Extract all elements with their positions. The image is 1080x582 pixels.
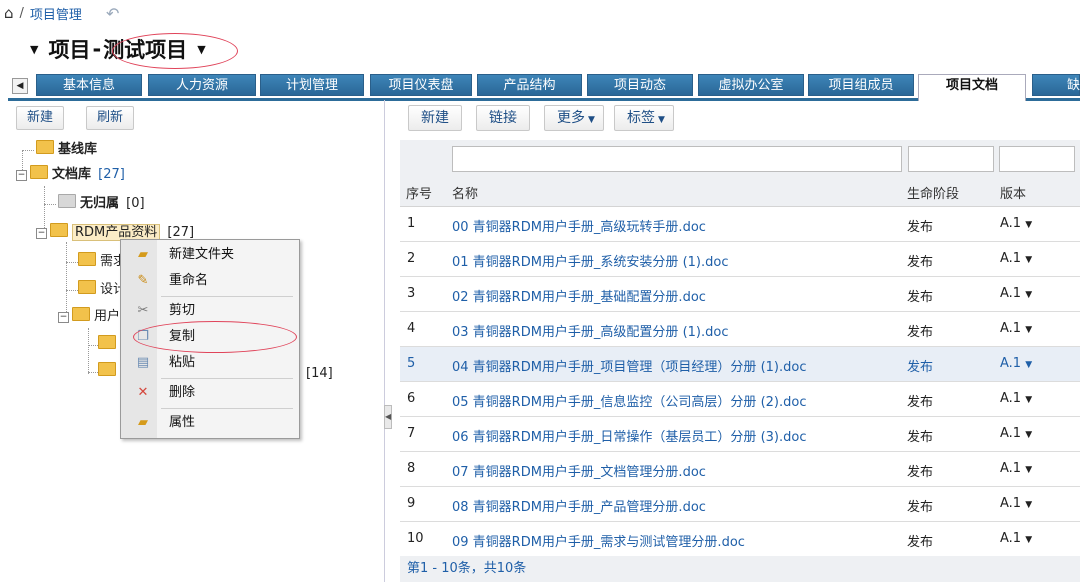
table-row[interactable]: 6 05 青铜器RDM用户手册_信息监控（公司高层）分册 (2).doc 发布 A.…: [400, 382, 1080, 417]
doc-link[interactable]: 01 青铜器RDM用户手册_系统安装分册 (1).doc: [452, 251, 728, 270]
tab-product-structure[interactable]: 产品结构: [477, 74, 582, 96]
doc-link[interactable]: 09 青铜器RDM用户手册_需求与测试管理分册.doc: [452, 531, 745, 550]
dropdown-caret-icon: ▼: [588, 115, 595, 125]
title-highlight-annotation: [112, 33, 238, 69]
home-icon[interactable]: ⌂: [4, 4, 14, 22]
doc-tags-button[interactable]: 标签 ▼: [614, 105, 674, 131]
folder-icon: [78, 252, 96, 266]
doc-link[interactable]: 03 青铜器RDM用户手册_高级配置分册 (1).doc: [452, 321, 728, 340]
tree-new-button[interactable]: 新建: [16, 106, 65, 130]
collapse-toggle-icon[interactable]: −: [36, 228, 47, 239]
version-select[interactable]: A.1 ▼: [1000, 321, 1032, 336]
table-row[interactable]: 5 04 青铜器RDM用户手册_项目管理（项目经理）分册 (1).doc 发布 A.…: [400, 347, 1080, 382]
collapse-toggle-icon[interactable]: −: [16, 170, 27, 181]
menu-item-paste[interactable]: ▤ 粘贴: [121, 350, 299, 376]
doc-link[interactable]: 04 青铜器RDM用户手册_项目管理（项目经理）分册 (1).doc: [452, 356, 806, 375]
table-row[interactable]: 4 03 青铜器RDM用户手册_高级配置分册 (1).doc 发布 A.1 ▼: [400, 312, 1080, 347]
header-version[interactable]: 版本: [1000, 183, 1026, 202]
delete-x-icon: ✕: [137, 385, 149, 400]
table-header: [400, 176, 1080, 207]
folder-icon: [98, 335, 116, 349]
folder-icon: [78, 280, 96, 294]
doc-new-button[interactable]: 新建: [408, 105, 462, 131]
folder-icon: [30, 165, 48, 179]
tree-node-doclib[interactable]: − 文档库 [27]: [16, 165, 125, 185]
header-lifecycle[interactable]: 生命阶段: [907, 183, 959, 202]
menu-item-new-folder[interactable]: ▰ 新建文件夹: [121, 242, 299, 268]
version-select[interactable]: A.1 ▼: [1000, 426, 1032, 441]
copy-highlight-annotation: [133, 321, 297, 353]
doc-link-button[interactable]: 链接: [476, 105, 530, 131]
header-seq[interactable]: 序号: [406, 183, 432, 202]
tab-basic-info[interactable]: 基本信息: [36, 74, 142, 96]
version-select[interactable]: A.1 ▼: [1000, 391, 1032, 406]
version-select[interactable]: A.1 ▼: [1000, 286, 1032, 301]
version-select[interactable]: A.1 ▼: [1000, 531, 1032, 546]
breadcrumb-project-management[interactable]: 项目管理: [30, 4, 82, 23]
tab-virtual-office[interactable]: 虚拟办公室: [698, 74, 804, 96]
back-arrow-icon[interactable]: ↶: [106, 4, 119, 23]
table-row[interactable]: 8 07 青铜器RDM用户手册_文档管理分册.doc 发布 A.1 ▼: [400, 452, 1080, 487]
version-select[interactable]: A.1 ▼: [1000, 461, 1032, 476]
rdm-docs-count: [27]: [167, 225, 195, 240]
menu-item-delete[interactable]: ✕ 删除: [121, 380, 299, 406]
tab-scroll-left-icon[interactable]: ◀: [12, 78, 28, 94]
new-folder-icon: ▰: [138, 247, 148, 262]
doc-link[interactable]: 05 青铜器RDM用户手册_信息监控（公司高层）分册 (2).doc: [452, 391, 806, 410]
table-row[interactable]: 3 02 青铜器RDM用户手册_基础配置分册.doc 发布 A.1 ▼: [400, 277, 1080, 312]
tab-defects[interactable]: 缺: [1032, 74, 1080, 96]
properties-folder-icon: ▰: [138, 415, 148, 430]
title-separator: -: [92, 37, 102, 61]
menu-item-properties[interactable]: ▰ 属性: [121, 410, 299, 436]
dropdown-caret-icon: ▼: [658, 115, 665, 125]
version-select[interactable]: A.1 ▼: [1000, 251, 1032, 266]
tab-project-activity[interactable]: 项目动态: [587, 74, 693, 96]
doc-link[interactable]: 08 青铜器RDM用户手册_产品管理分册.doc: [452, 496, 706, 515]
folder-icon: [58, 194, 76, 208]
uncategorized-count: [0]: [126, 196, 145, 211]
scissors-icon: ✂: [137, 303, 149, 318]
tree-node-uncategorized[interactable]: 无归属 [0]: [58, 194, 145, 214]
table-row[interactable]: 10 09 青铜器RDM用户手册_需求与测试管理分册.doc 发布 A.1 ▼: [400, 522, 1080, 557]
rd-count: [14]: [306, 366, 333, 381]
version-select[interactable]: A.1 ▼: [1000, 216, 1032, 231]
table-row[interactable]: 1 00 青铜器RDM用户手册_高级玩转手册.doc 发布 A.1 ▼: [400, 207, 1080, 242]
pane-splitter-collapse-icon[interactable]: ◀: [384, 405, 392, 429]
tab-project-members[interactable]: 项目组成员: [808, 74, 914, 96]
tab-project-dashboard[interactable]: 项目仪表盘: [370, 74, 472, 96]
filter-lifecycle-input[interactable]: [908, 146, 994, 172]
breadcrumb-separator: /: [19, 5, 24, 21]
breadcrumb: ⌂ / 项目管理 ↶: [4, 3, 119, 23]
collapse-toggle-icon[interactable]: −: [58, 312, 69, 323]
doc-link[interactable]: 02 青铜器RDM用户手册_基础配置分册.doc: [452, 286, 706, 305]
version-select[interactable]: A.1 ▼: [1000, 496, 1032, 511]
folder-icon: [98, 362, 116, 376]
version-select[interactable]: A.1 ▼: [1000, 356, 1032, 371]
tree-refresh-button[interactable]: 刷新: [86, 106, 135, 130]
folder-icon: [36, 140, 54, 154]
filter-name-input[interactable]: [452, 146, 902, 172]
doc-link[interactable]: 06 青铜器RDM用户手册_日常操作（基层员工）分册 (3).doc: [452, 426, 806, 445]
menu-item-rename[interactable]: ✎ 重命名: [121, 268, 299, 294]
doc-link[interactable]: 00 青铜器RDM用户手册_高级玩转手册.doc: [452, 216, 706, 235]
tab-project-documents[interactable]: 项目文档: [918, 74, 1026, 101]
rename-icon: ✎: [137, 273, 149, 288]
tab-plan-management[interactable]: 计划管理: [260, 74, 364, 96]
header-name[interactable]: 名称: [452, 183, 478, 202]
pagination-status: 第1 - 10条，共10条: [400, 556, 1080, 582]
doc-more-button[interactable]: 更多 ▼: [544, 105, 604, 131]
title-prefix: 项目: [48, 38, 91, 62]
table-row[interactable]: 9 08 青铜器RDM用户手册_产品管理分册.doc 发布 A.1 ▼: [400, 487, 1080, 522]
table-row[interactable]: 2 01 青铜器RDM用户手册_系统安装分册 (1).doc 发布 A.1 ▼: [400, 242, 1080, 277]
tree-node-baseline[interactable]: 基线库: [36, 140, 97, 160]
collapse-caret-icon[interactable]: ▼: [30, 43, 38, 56]
paste-icon: ▤: [136, 355, 150, 370]
folder-icon: [50, 223, 68, 237]
folder-icon: [72, 307, 90, 321]
tab-human-resources[interactable]: 人力资源: [148, 74, 256, 96]
doc-link[interactable]: 07 青铜器RDM用户手册_文档管理分册.doc: [452, 461, 706, 480]
doclib-count: [27]: [98, 167, 125, 182]
table-row[interactable]: 7 06 青铜器RDM用户手册_日常操作（基层员工）分册 (3).doc 发布 A.…: [400, 417, 1080, 452]
filter-version-input[interactable]: [999, 146, 1075, 172]
